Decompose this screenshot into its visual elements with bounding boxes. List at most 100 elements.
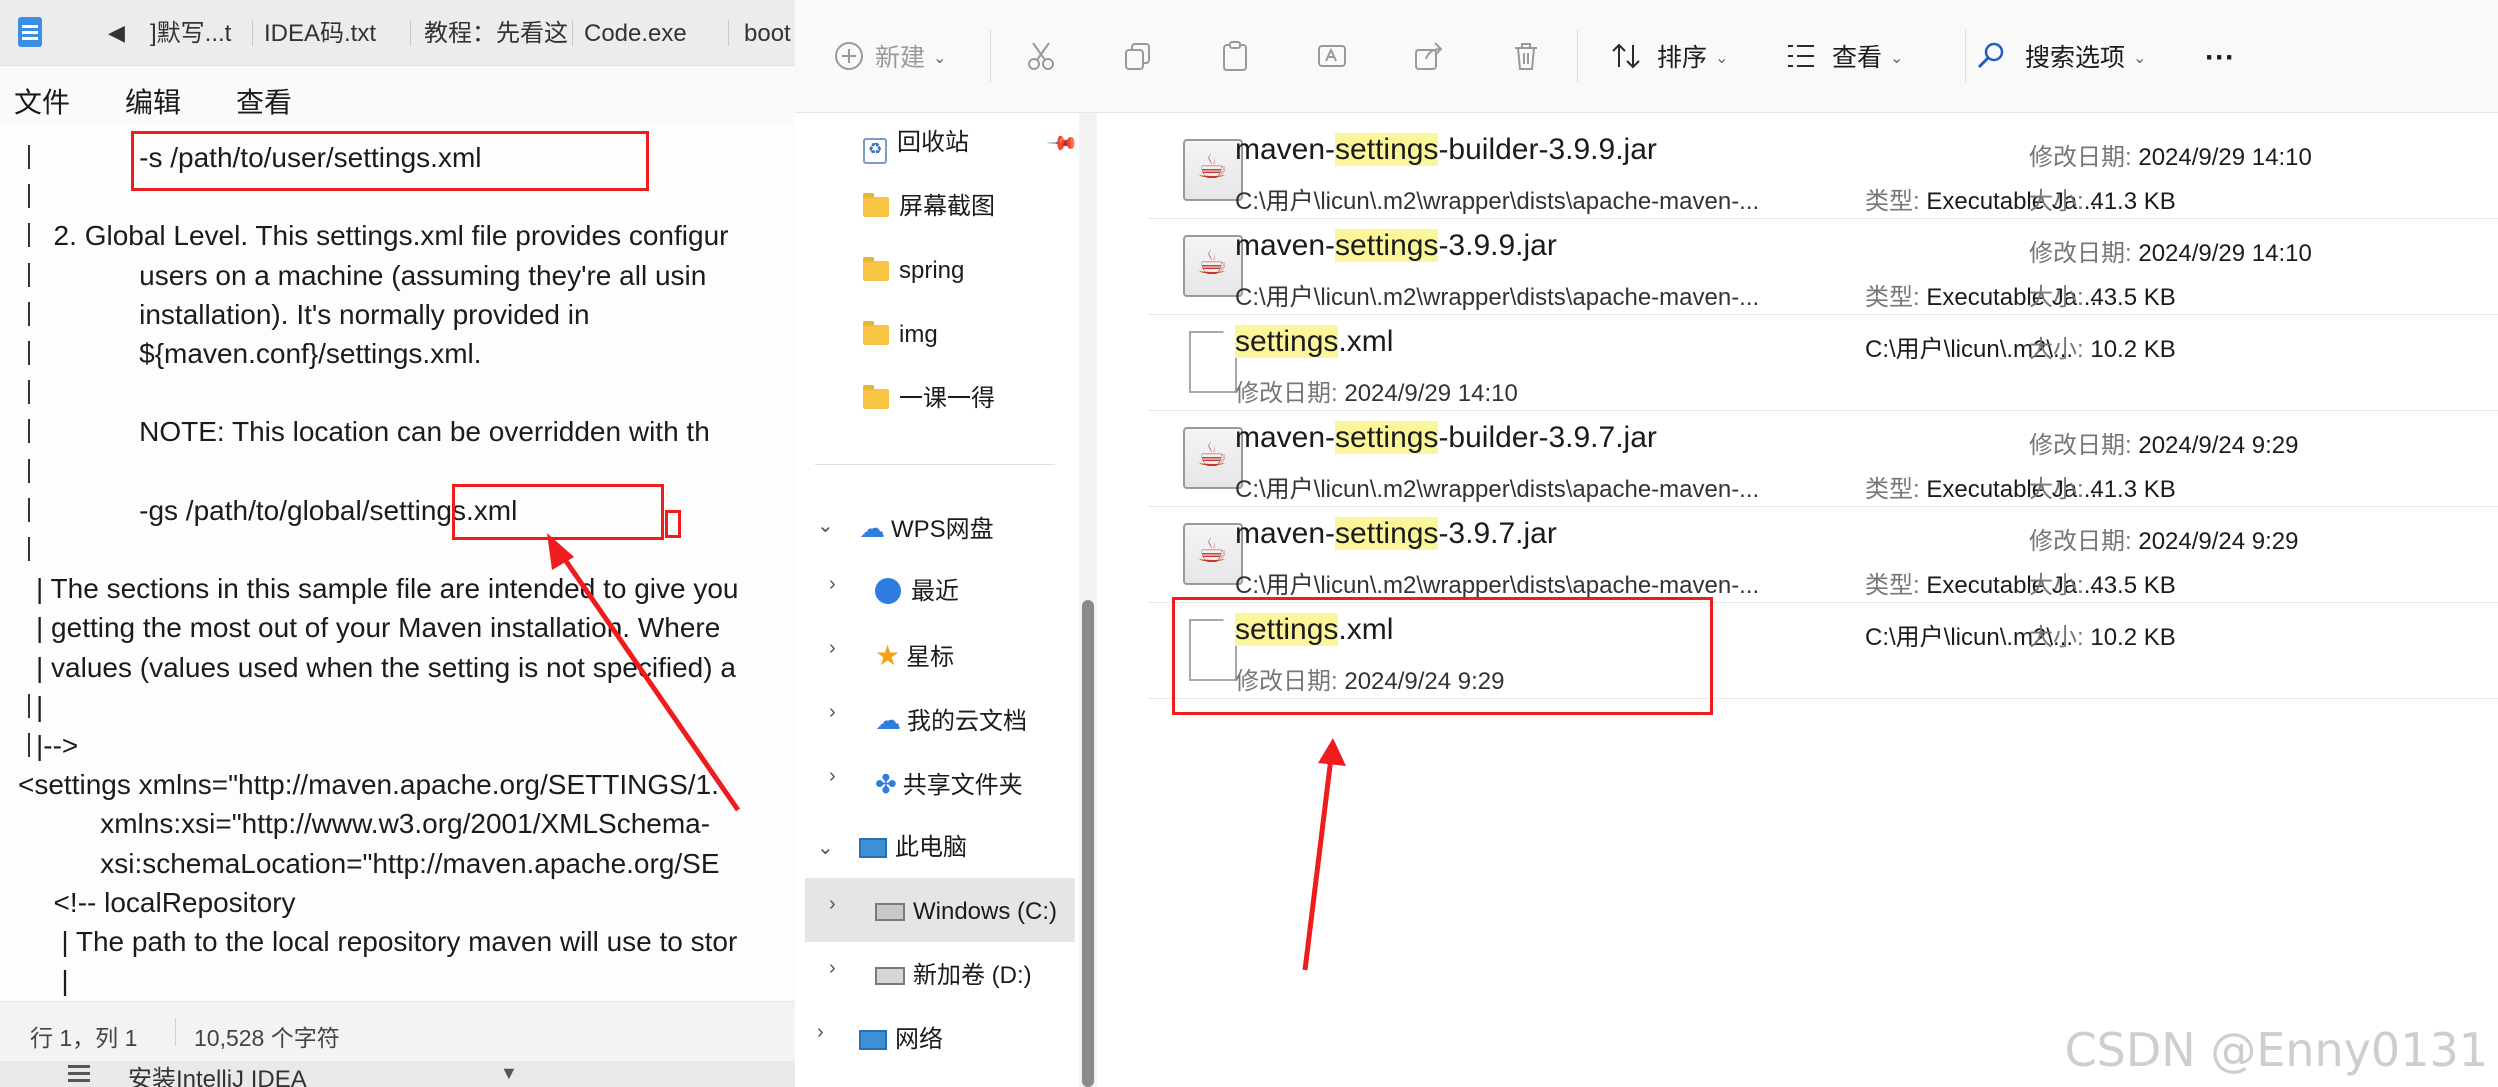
size-label: 大小: — [2029, 188, 2091, 215]
nav-drive-d[interactable]: 新加卷 (D:) — [875, 948, 1032, 1004]
nav-label: 共享文件夹 — [902, 772, 1023, 799]
file-size: 大小: 43.5 KB — [2029, 277, 2176, 312]
folder-icon — [863, 321, 889, 345]
search-options-label: 搜索选项 — [2025, 44, 2126, 72]
code-line: | The path to the local repository maven… — [38, 926, 738, 957]
nav-folder-img[interactable]: img — [863, 307, 938, 363]
tab-2[interactable]: IDEA码.txt — [264, 14, 399, 54]
file-modified: 修改日期: 2024/9/24 9:29 — [2029, 521, 2299, 556]
notepad-status-bar: 行 1，列 1 10,528 个字符 — [0, 1001, 795, 1061]
modified-label: 修改日期: — [2029, 144, 2139, 171]
chevron-down-icon: ⌄ — [1715, 50, 1729, 67]
chevron-right-icon[interactable]: › — [829, 957, 836, 980]
taskbar-label[interactable]: 安装IntelliJ IDEA — [128, 1061, 307, 1087]
annotation-box-user-settings — [131, 131, 649, 191]
computer-icon — [859, 838, 887, 858]
modified-label: 修改日期: — [2029, 240, 2139, 267]
chevron-right-icon[interactable]: › — [829, 573, 836, 596]
more-options-button[interactable]: ··· — [2205, 38, 2235, 78]
nav-wps-drive[interactable]: ☁ WPS网盘 — [859, 500, 994, 556]
menu-file[interactable]: 文件 — [14, 81, 70, 121]
notepad-menu-bar: 文件 编辑 查看 — [0, 66, 795, 126]
tab-divider — [572, 20, 573, 46]
modified-label: 修改日期: — [1235, 380, 1345, 407]
file-size: 大小: 43.5 KB — [2029, 565, 2176, 600]
new-button[interactable]: 新建 ⌄ — [875, 38, 946, 78]
file-row[interactable]: maven-settings-builder-3.9.7.jar C:\用户\li… — [1147, 411, 2498, 507]
nav-label: img — [899, 321, 938, 348]
paste-icon[interactable] — [1219, 40, 1251, 72]
chevron-right-icon[interactable]: › — [817, 1021, 824, 1044]
cut-icon[interactable] — [1025, 40, 1057, 72]
network-icon — [859, 1030, 887, 1050]
sort-button[interactable]: 排序 ⌄ — [1657, 38, 1728, 78]
tab-scroll-left-icon[interactable]: ◀ — [108, 20, 125, 46]
clock-icon — [875, 578, 901, 604]
text-editor[interactable]: -s /path/to/user/settings.xml 2. Global … — [0, 126, 795, 1001]
code-line: | values (values used when the setting i… — [36, 651, 736, 683]
nav-drive-c[interactable]: Windows (C:) — [875, 884, 1057, 940]
nav-network[interactable]: 网络 — [859, 1012, 943, 1068]
rename-icon[interactable] — [1316, 40, 1348, 72]
code-line: | getting the most out of your Maven ins… — [36, 612, 721, 644]
chevron-right-icon[interactable]: › — [829, 637, 836, 660]
comment-gutter-bar — [28, 301, 30, 326]
chevron-down-icon[interactable]: ⌄ — [817, 835, 834, 860]
nav-label: 屏幕截图 — [899, 193, 995, 220]
modified-value: 2024/9/29 14:10 — [2138, 144, 2312, 171]
chevron-right-icon[interactable]: › — [829, 701, 836, 724]
menu-edit[interactable]: 编辑 — [125, 81, 181, 121]
modified-label: 修改日期: — [2029, 528, 2139, 555]
nav-recycle-bin[interactable]: ♻ 回收站 — [863, 115, 969, 171]
nav-starred[interactable]: ★ 星标 — [875, 628, 954, 684]
code-line: | — [36, 690, 44, 722]
file-row[interactable]: maven-settings-3.9.9.jar C:\用户\licun\.m2\… — [1147, 219, 2498, 315]
nav-scrollbar-thumb[interactable] — [1082, 600, 1094, 1087]
nav-folder-screenshots[interactable]: 屏幕截图 — [863, 179, 995, 235]
status-divider — [175, 1018, 176, 1046]
java-jar-icon — [1183, 139, 1243, 201]
shared-icon: ✤ — [875, 769, 897, 799]
code-line: -gs /path/to/global/settings.xml — [38, 494, 518, 526]
nav-folder-yike[interactable]: 一课一得 — [863, 371, 995, 427]
chevron-down-icon[interactable]: ▼ — [500, 1063, 518, 1084]
nav-cloud-docs[interactable]: ☁ 我的云文档 — [875, 692, 1027, 748]
nav-shared-folder[interactable]: ✤ 共享文件夹 — [875, 756, 1023, 812]
menu-view[interactable]: 查看 — [236, 81, 292, 121]
file-row[interactable]: maven-settings-builder-3.9.9.jar C:\用户\li… — [1147, 123, 2498, 219]
file-name-prefix: maven- — [1235, 517, 1336, 550]
tab-1[interactable]: ]默写...t — [150, 14, 246, 54]
tab-4[interactable]: Code.exe — [584, 14, 714, 54]
chevron-down-icon: ⌄ — [1890, 50, 1904, 67]
view-icon — [1788, 45, 1814, 67]
comment-gutter-bar — [28, 733, 30, 757]
delete-icon[interactable] — [1510, 40, 1542, 72]
nav-label: 新加卷 (D:) — [913, 962, 1032, 989]
search-options-icon — [1977, 42, 2004, 69]
search-options-button[interactable]: 搜索选项 ⌄ — [2025, 38, 2146, 78]
file-name-suffix: -builder-3.9.7.jar — [1438, 421, 1657, 454]
menu-icon[interactable] — [68, 1065, 90, 1068]
nav-this-pc[interactable]: 此电脑 — [859, 820, 967, 876]
chevron-right-icon[interactable]: › — [829, 765, 836, 788]
tab-5[interactable]: boot — [744, 14, 795, 54]
file-row[interactable]: maven-settings-3.9.7.jar C:\用户\licun\.m2\… — [1147, 507, 2498, 603]
comment-gutter-bar — [28, 184, 30, 209]
chevron-down-icon[interactable]: ⌄ — [817, 513, 834, 538]
notepad-tab-bar: ◀ ]默写...t IDEA码.txt 教程：先看这 Code.exe boot — [0, 0, 795, 66]
nav-label: 网络 — [895, 1026, 943, 1053]
code-line: | The sections in this sample file are i… — [36, 573, 739, 605]
chevron-right-icon[interactable]: › — [829, 893, 836, 916]
tab-divider — [728, 20, 729, 46]
file-row[interactable]: settings.xml 修改日期: 2024/9/29 14:10 C:\用户\l… — [1147, 315, 2498, 411]
tab-3[interactable]: 教程：先看这 — [424, 14, 568, 54]
pin-icon[interactable]: 📌 — [1045, 126, 1080, 161]
nav-folder-spring[interactable]: spring — [863, 243, 964, 299]
file-name: maven-settings-3.9.7.jar — [1235, 517, 1557, 551]
file-name-suffix: -3.9.7.jar — [1438, 517, 1557, 550]
view-button[interactable]: 查看 ⌄ — [1832, 38, 1903, 78]
nav-recent[interactable]: 最近 — [875, 564, 959, 620]
copy-icon[interactable] — [1122, 40, 1154, 72]
code-line: 2. Global Level. This settings.xml file … — [38, 220, 729, 252]
share-icon[interactable] — [1413, 40, 1445, 72]
